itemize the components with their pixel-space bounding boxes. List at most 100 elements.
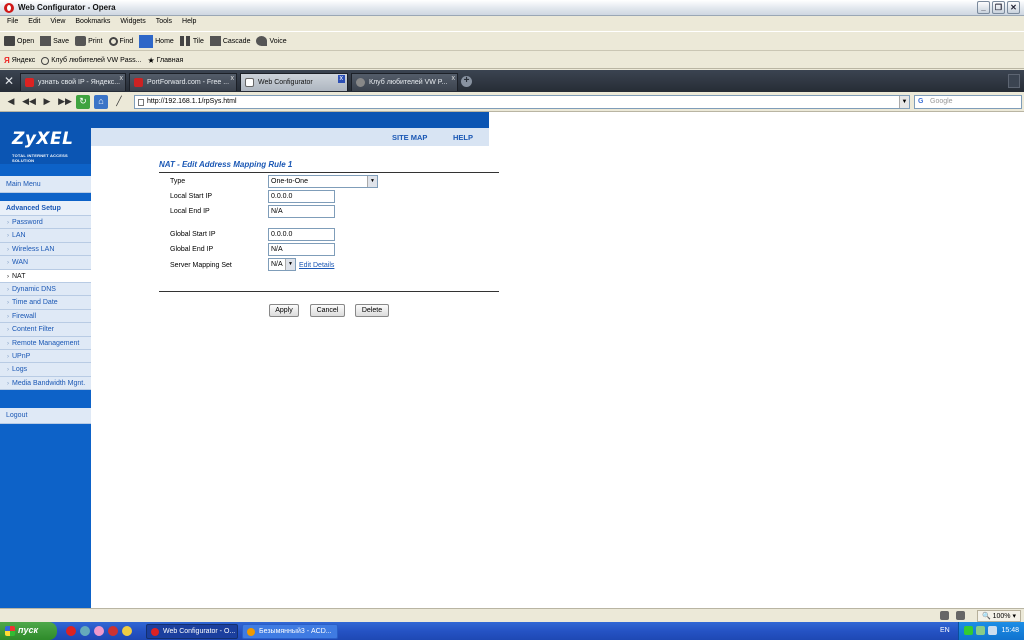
close-tab-icon[interactable]: x: [337, 75, 345, 83]
tab-web-configurator[interactable]: Web Configurator x: [240, 73, 348, 91]
tile-button[interactable]: Tile: [179, 36, 204, 46]
media-quicklaunch-icon[interactable]: [108, 626, 118, 636]
local-start-ip-input[interactable]: 0.0.0.0: [268, 190, 335, 203]
acdsee-task-icon: [247, 628, 255, 636]
language-indicator[interactable]: EN: [940, 627, 950, 634]
menu-file[interactable]: File: [3, 16, 24, 30]
home-button[interactable]: Home: [139, 34, 174, 48]
type-select[interactable]: One-to-One ▼: [268, 175, 378, 188]
server-mapping-select[interactable]: N/A ▼: [268, 258, 296, 271]
menu-bookmarks[interactable]: Bookmarks: [71, 16, 116, 30]
bookmark-main[interactable]: ★ Главная: [147, 56, 183, 65]
opera-quicklaunch-icon[interactable]: [66, 626, 76, 636]
search-input[interactable]: G Google: [914, 95, 1022, 109]
cascade-button[interactable]: Cascade: [209, 36, 250, 46]
sync-tray-icon[interactable]: [976, 626, 985, 635]
messenger-quicklaunch-icon[interactable]: [94, 626, 104, 636]
volume-tray-icon[interactable]: [988, 626, 997, 635]
speaker-icon[interactable]: [940, 611, 949, 620]
sidebar-item-logs[interactable]: Logs: [0, 363, 91, 377]
sidebar: ZyXEL TOTAL INTERNET ACCESS SOLUTION Mai…: [0, 112, 91, 608]
global-end-ip-input[interactable]: N/A: [268, 243, 335, 256]
help-link[interactable]: HELP: [453, 133, 473, 142]
forward-button[interactable]: ▶: [40, 95, 54, 109]
menu-help[interactable]: Help: [178, 16, 202, 30]
save-button[interactable]: Save: [40, 36, 69, 46]
close-tab-icon[interactable]: x: [231, 75, 235, 82]
sidebar-item-dynamic-dns[interactable]: Dynamic DNS: [0, 282, 91, 297]
global-start-ip-label: Global Start IP: [170, 231, 216, 238]
reload-button[interactable]: ↻: [76, 94, 90, 109]
cancel-button[interactable]: Cancel: [310, 304, 345, 317]
title-divider: [159, 172, 499, 173]
tools-icon[interactable]: ✕: [4, 74, 14, 88]
bookmark-vw-club[interactable]: Клуб любителей VW Pass...: [41, 56, 141, 65]
find-button[interactable]: Find: [108, 36, 133, 46]
wand-button[interactable]: ╱: [112, 95, 126, 109]
sidebar-item-wireless-lan[interactable]: Wireless LAN: [0, 242, 91, 257]
url-input[interactable]: http://192.168.1.1/rpSys.html ▼: [134, 95, 910, 109]
chevron-down-icon: ▼: [367, 176, 377, 187]
tab-scroll-handle[interactable]: [1008, 74, 1020, 88]
page-content: ZyXEL TOTAL INTERNET ACCESS SOLUTION Mai…: [0, 112, 1024, 608]
open-button[interactable]: Open: [4, 36, 34, 46]
rewind-button[interactable]: ◀◀: [22, 95, 36, 109]
sidebar-item-logout[interactable]: Logout: [0, 408, 91, 425]
sidebar-item-nat[interactable]: NAT: [0, 269, 91, 283]
tab-vw-club[interactable]: Клуб любителей VW P... x: [351, 73, 458, 91]
sidebar-item-media-bandwidth[interactable]: Media Bandwidth Mgnt.: [0, 376, 91, 391]
menu-tools[interactable]: Tools: [152, 16, 178, 30]
voice-button[interactable]: Voice: [256, 36, 287, 46]
zoom-control[interactable]: 🔍 100% ▾: [976, 610, 1021, 622]
view-icon[interactable]: [956, 611, 965, 620]
delete-button[interactable]: Delete: [355, 304, 389, 317]
edit-details-link[interactable]: Edit Details: [299, 262, 334, 269]
sidebar-item-wan[interactable]: WAN: [0, 256, 91, 270]
global-start-ip-input[interactable]: 0.0.0.0: [268, 228, 335, 241]
yandex-tab-icon: [25, 78, 34, 87]
yandex-icon: Я: [4, 56, 10, 65]
back-button[interactable]: ◀: [4, 95, 18, 109]
print-button[interactable]: Print: [75, 36, 103, 46]
new-tab-button[interactable]: +: [461, 76, 472, 87]
home-nav-button[interactable]: ⌂: [94, 94, 108, 109]
sidebar-item-advanced-setup[interactable]: Advanced Setup: [0, 201, 91, 216]
apply-button[interactable]: Apply: [269, 304, 299, 317]
download-quicklaunch-icon[interactable]: [122, 626, 132, 636]
taskbar: пуск Web Configurator - O... Безымянный3…: [0, 622, 1024, 640]
menu-view[interactable]: View: [46, 16, 71, 30]
ie-quicklaunch-icon[interactable]: [80, 626, 90, 636]
page-icon: [138, 99, 144, 106]
sidebar-item-content-filter[interactable]: Content Filter: [0, 323, 91, 337]
close-tab-icon[interactable]: x: [120, 75, 124, 82]
bookmark-yandex[interactable]: Я Яндекс: [4, 56, 35, 65]
close-tab-icon[interactable]: x: [452, 75, 456, 82]
sidebar-item-password[interactable]: Password: [0, 216, 91, 230]
sidebar-item-firewall[interactable]: Firewall: [0, 309, 91, 324]
url-dropdown-icon[interactable]: ▼: [899, 96, 909, 108]
task-web-configurator[interactable]: Web Configurator - O...: [146, 624, 238, 639]
tab-bar: ✕ узнать свой IP - Яндекс... x PortForwa…: [0, 70, 1024, 92]
local-end-ip-input[interactable]: N/A: [268, 205, 335, 218]
sidebar-item-time-and-date[interactable]: Time and Date: [0, 296, 91, 310]
sidebar-item-upnp[interactable]: UPnP: [0, 349, 91, 364]
minimize-button[interactable]: _: [977, 1, 990, 14]
site-map-link[interactable]: SITE MAP: [392, 133, 427, 142]
start-button[interactable]: пуск: [0, 622, 57, 640]
sidebar-item-remote-management[interactable]: Remote Management: [0, 336, 91, 350]
task-acdsee[interactable]: Безымянный3 - ACD...: [242, 624, 338, 639]
tab-yandex[interactable]: узнать свой IP - Яндекс... x: [20, 73, 126, 91]
close-button[interactable]: ✕: [1007, 1, 1020, 14]
fast-forward-button[interactable]: ▶▶: [58, 95, 72, 109]
main-toolbar: Open Save Print Find Home Tile Cascade V…: [0, 31, 1024, 51]
sidebar-item-main-menu[interactable]: Main Menu: [0, 176, 91, 193]
page-tab-icon: [245, 78, 254, 87]
google-icon: G: [918, 98, 924, 105]
network-tray-icon[interactable]: [964, 626, 973, 635]
menu-widgets[interactable]: Widgets: [116, 16, 151, 30]
restore-button[interactable]: ❐: [992, 1, 1005, 14]
sidebar-item-lan[interactable]: LAN: [0, 229, 91, 243]
tab-portforward[interactable]: PortForward.com - Free ... x: [129, 73, 237, 91]
logo-tagline: TOTAL INTERNET ACCESS SOLUTION: [12, 153, 68, 163]
menu-edit[interactable]: Edit: [24, 16, 46, 30]
